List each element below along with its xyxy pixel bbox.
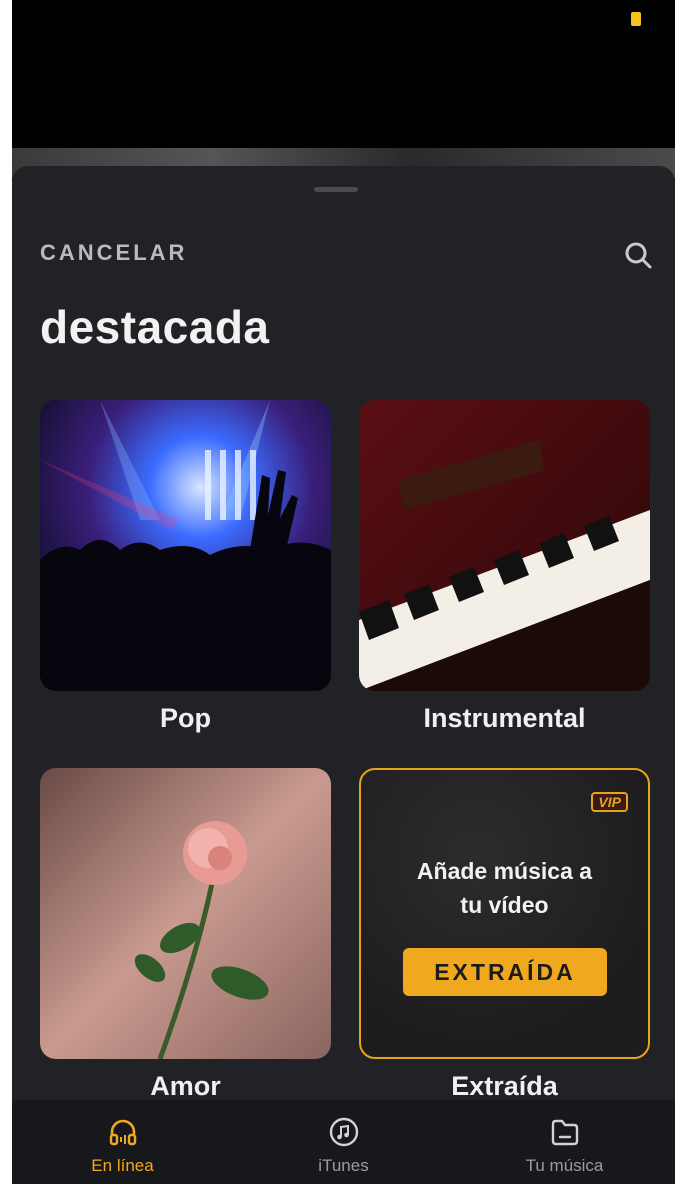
category-card-instrumental[interactable] (359, 400, 650, 691)
tab-en-linea[interactable]: En línea (12, 1100, 233, 1184)
card-label-extraida: Extraída (451, 1071, 558, 1101)
concert-crowd-image (40, 400, 331, 691)
promo-text: Añade música a tu vídeo (381, 854, 628, 922)
page-title: destacada (40, 301, 270, 353)
pink-rose-image (40, 768, 331, 1059)
vip-badge: VIP (591, 792, 628, 812)
piano-keys-image (359, 400, 650, 691)
promo-text-line2: tu vídeo (460, 892, 549, 918)
music-picker-sheet: CANCELAR destacada Pop Instrumental Amor… (12, 166, 675, 1184)
category-card-pop[interactable] (40, 400, 331, 691)
bottom-tab-bar: En línea iTunes Tu música (12, 1100, 675, 1184)
card-label-amor: Amor (150, 1071, 221, 1101)
tab-label-itunes: iTunes (318, 1156, 369, 1175)
card-label-pop: Pop (160, 703, 211, 733)
card-label-instrumental: Instrumental (423, 703, 586, 733)
promo-text-line1: Añade música a (416, 858, 593, 884)
app-frame: CANCELAR destacada Pop Instrumental Amor… (12, 0, 675, 1184)
tab-tu-musica[interactable]: Tu música (454, 1100, 675, 1184)
search-icon[interactable] (623, 240, 653, 270)
sheet-grabber-handle[interactable] (314, 187, 358, 192)
cancel-button[interactable]: CANCELAR (40, 240, 187, 266)
category-card-extraida[interactable]: VIP Añade música a tu vídeo EXTRAÍDA (359, 768, 650, 1059)
tab-itunes[interactable]: iTunes (233, 1100, 454, 1184)
category-card-amor[interactable] (40, 768, 331, 1059)
tab-label-en-linea: En línea (91, 1156, 154, 1175)
folder-icon (551, 1119, 579, 1146)
tab-label-tu-musica: Tu música (525, 1156, 604, 1175)
status-bar (12, 0, 675, 40)
extract-button[interactable]: EXTRAÍDA (403, 948, 607, 996)
headphones-icon (109, 1119, 137, 1146)
battery-indicator-icon (631, 12, 641, 26)
music-note-icon (329, 1117, 359, 1147)
